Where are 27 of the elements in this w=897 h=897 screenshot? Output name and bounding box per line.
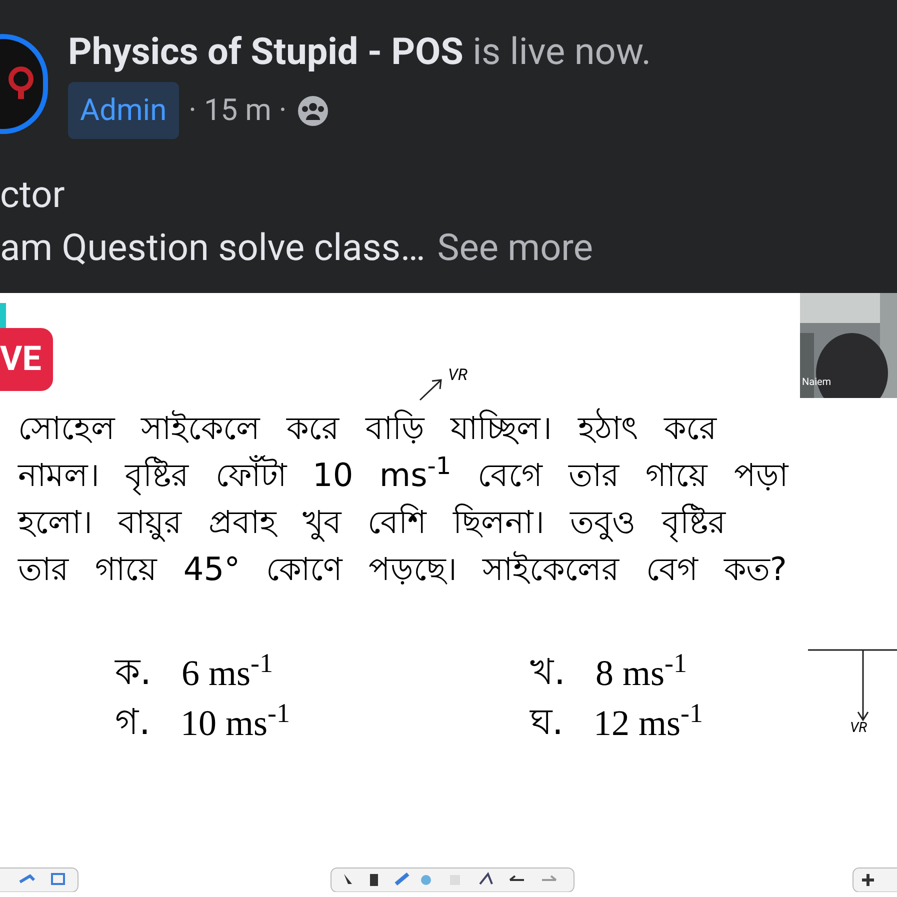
handwritten-label: VR [448, 364, 468, 386]
question-text: সোহেল সাইকেলে করে বাড়ি যাচ্ছিল। হঠাৎ করে [18, 407, 718, 449]
option-value: 10 ms$^{-1}$ [180, 698, 290, 745]
camera-name: Naiem [802, 376, 832, 390]
option-value: 12 ms$^{-1}$ [593, 698, 703, 745]
post-time: · 15 m · [188, 92, 287, 130]
option-letter: ঘ. [530, 701, 564, 745]
annotation-toolbar[interactable] [330, 866, 575, 892]
post-text: am Question solve class… [0, 226, 426, 272]
tool-icons[interactable] [0, 866, 80, 892]
live-badge: VE [0, 328, 54, 391]
option-value: 8 ms$^{-1}$ [595, 648, 687, 695]
option-letter: খ. [530, 651, 566, 695]
post-text: ctor [0, 173, 66, 219]
question-text: তার গায়ে 45° কোণে পড়ছে। সাইকেলের বেগ কত? [18, 549, 787, 590]
zoom-in-button[interactable] [852, 866, 897, 892]
option-letter: গ. [115, 701, 150, 745]
option-value: 6 ms$^{-1}$ [181, 648, 273, 695]
group-icon [296, 96, 329, 126]
handwritten-arrow [418, 377, 444, 401]
question-text: হলো। বায়ুর প্রবাহ খুব বেশি ছিলনা। তবুও বৃষ্টির [18, 502, 726, 544]
option-letter: ক. [115, 651, 152, 695]
question-text: নামল। বৃষ্টির ফোঁটা 10 ms$^{-1}$ বেগে তার গায়ে পড়া [18, 452, 788, 498]
post-title: Physics of Stupid - POS is live now. [68, 30, 652, 76]
admin-badge: Admin [68, 82, 179, 139]
handwritten-label: VR [850, 719, 868, 738]
see-more-link[interactable]: See more [437, 222, 594, 275]
